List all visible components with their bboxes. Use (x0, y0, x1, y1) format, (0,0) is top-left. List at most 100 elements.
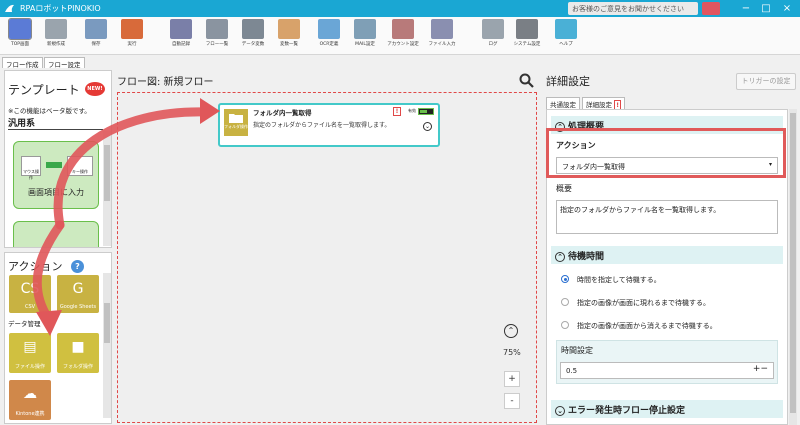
help-icon (555, 19, 577, 39)
zoom-level: 75% (503, 348, 521, 357)
template-scrollbar[interactable] (103, 131, 111, 246)
trigger-settings-button[interactable]: トリガーの設定 (736, 73, 796, 90)
tab-flow-create[interactable]: フロー作成 (2, 57, 43, 69)
run-button[interactable]: 実行 (116, 19, 148, 53)
chevron-down-icon[interactable]: ⌄ (423, 122, 432, 131)
save-icon (85, 19, 107, 39)
action-card-google-sheets[interactable]: G Google Sheets (57, 275, 99, 313)
template-card-input[interactable]: マウス操作 キー操作 画面項目に入力 (13, 141, 99, 209)
new-badge: NEW! (85, 82, 105, 96)
thumbs-down-icon[interactable] (702, 2, 720, 15)
app-title: RPAロボットPINOKIO (20, 4, 101, 13)
time-input[interactable]: 0.5 +− (560, 362, 774, 379)
flow-list-button[interactable]: フロー一覧 (201, 19, 233, 53)
log-icon (482, 19, 504, 39)
detail-title: 詳細設定 (546, 75, 590, 88)
search-icon[interactable] (519, 73, 534, 88)
flow-title: フロー図: 新規フロー (117, 77, 214, 88)
file-input-button[interactable]: ファイル入力 (426, 19, 458, 53)
log-button-label: ログ (488, 42, 498, 47)
tab-detail-settings[interactable]: 詳細設定 ! (582, 97, 626, 110)
flow-list-icon (206, 19, 228, 39)
radio-wait-time[interactable]: 時間を指定して待機する。 (561, 275, 661, 285)
flow-node[interactable]: フォルダ操作 フォルダ内一覧取得 指定のフォルダからファイル名を一覧取得します。… (218, 103, 440, 147)
summary-label: 概要 (556, 184, 572, 193)
section-error-stop[interactable]: ⌄ エラー発生時フロー停止設定 (551, 400, 783, 418)
data-variable-button-label: データ変数 (241, 42, 265, 47)
new-button-label: 新規作成 (47, 42, 65, 47)
enable-toggle[interactable] (418, 108, 434, 115)
pinokio-logo-icon (5, 4, 14, 12)
toolbar: TOP画面 新規作成 保存 実行 自動記録 フロー一覧 データ変数 変数一覧 OCR定義 MAIL… (0, 17, 800, 55)
help-button[interactable]: ヘルプ (550, 19, 582, 53)
account-button[interactable]: アカウント設定 (387, 19, 419, 53)
maximize-button[interactable]: □ (758, 2, 774, 15)
new-button[interactable]: 新規作成 (40, 19, 72, 53)
template-panel: テンプレート NEW! ※この機能はベータ版です。 汎用系 マウス操作 キー操作… (4, 70, 112, 248)
tab-flow-settings[interactable]: フロー設定 (44, 57, 85, 69)
radio-wait-image-disappear[interactable]: 指定の画像が画面から消えるまで待機する。 (561, 321, 717, 331)
zoom-in-button[interactable]: + (504, 371, 520, 387)
help-button-label: ヘルプ (559, 42, 573, 47)
folder-icon: フォルダ操作 (224, 109, 248, 136)
left-tabs: フロー作成 フロー設定 (0, 57, 112, 69)
section-wait[interactable]: ⌃ 待機時間 (551, 246, 783, 264)
mail-button[interactable]: MAIL設定 (349, 19, 381, 53)
mail-button-label: MAIL設定 (355, 42, 375, 47)
ocr-button[interactable]: OCR定義 (313, 19, 345, 53)
auto-record-button-label: 自動記録 (172, 42, 190, 47)
time-setting-label: 時間設定 (561, 346, 593, 355)
minimize-button[interactable]: − (738, 2, 754, 15)
chevron-up-icon: ⌃ (555, 252, 565, 262)
flow-header: フロー図: 新規フロー (117, 73, 543, 88)
variable-list-button-label: 変数一覧 (280, 42, 298, 47)
top-screen-button-label: TOP画面 (10, 42, 29, 47)
save-button[interactable]: 保存 (80, 19, 112, 53)
arrow-right-icon (46, 162, 62, 168)
log-button[interactable]: ログ (477, 19, 509, 53)
ocr-button-label: OCR定義 (319, 42, 339, 47)
summary-textarea[interactable]: 指定のフォルダからファイル名を一覧取得します。 (556, 200, 778, 234)
chevron-up-icon[interactable]: ⌃ (504, 324, 518, 338)
beta-note: ※この機能はベータ版です。 (8, 107, 91, 115)
action-card-file[interactable]: ▤ ファイル操作 (9, 333, 51, 373)
detail-scrollbar[interactable] (789, 109, 797, 425)
close-button[interactable]: × (779, 2, 795, 15)
auto-record-icon (170, 19, 192, 39)
data-variable-button[interactable]: データ変数 (237, 19, 269, 53)
flow-list-button-label: フロー一覧 (205, 42, 229, 47)
variable-list-icon (278, 19, 300, 39)
template-card-2[interactable] (13, 221, 99, 247)
template-category: 汎用系 (8, 119, 36, 129)
action-panel: アクション ? CS CSV G Google Sheets データ管理 ▤ ファイル… (4, 252, 112, 424)
help-icon[interactable]: ? (71, 260, 84, 273)
node-title: フォルダ内一覧取得 (253, 109, 312, 117)
action-card-csv[interactable]: CS CSV (9, 275, 51, 313)
file-input-icon (431, 19, 453, 39)
file-input-button-label: ファイル入力 (428, 42, 456, 47)
template-card-label: 画面項目に入力 (28, 188, 84, 197)
system-settings-button[interactable]: システム設定 (511, 19, 543, 53)
divider (8, 129, 103, 130)
action-card-kintone[interactable]: ☁ Kintone連携 (9, 380, 51, 420)
data-variable-icon (242, 19, 264, 39)
new-icon (45, 19, 67, 39)
auto-record-button[interactable]: 自動記録 (165, 19, 197, 53)
top-screen-button[interactable]: TOP画面 (4, 18, 36, 53)
variable-list-button[interactable]: 変数一覧 (273, 19, 305, 53)
zoom-out-button[interactable]: - (504, 393, 520, 409)
action-category-data: データ管理 (8, 320, 41, 328)
mouse-icon: マウス操作 (21, 156, 41, 180)
chevron-down-icon: ⌄ (555, 406, 565, 416)
top-screen-icon (8, 18, 32, 40)
account-button-label: アカウント設定 (387, 42, 419, 47)
highlight-box (546, 128, 786, 178)
action-card-folder[interactable]: ■ フォルダ操作 (57, 333, 99, 373)
save-button-label: 保存 (91, 42, 101, 47)
feedback-link[interactable]: お客様のご意見をお聞かせください (568, 2, 698, 15)
tab-common-settings[interactable]: 共通設定 (546, 97, 580, 109)
title-bar: RPAロボットPINOKIO お客様のご意見をお聞かせください − □ × (0, 0, 800, 17)
radio-wait-image-appear[interactable]: 指定の画像が画面に現れるまで待機する。 (561, 298, 710, 308)
action-scrollbar[interactable] (103, 273, 111, 418)
account-icon (392, 19, 414, 39)
